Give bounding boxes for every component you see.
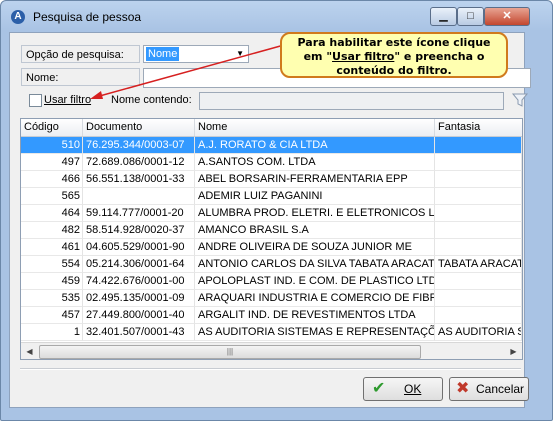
search-person-window: A Pesquisa de pessoa ▁ □ ✕ Opção de pesq… <box>0 0 553 421</box>
results-grid[interactable]: Código Documento Nome Fantasia 510 76.295… <box>20 118 523 360</box>
annotation-arrow <box>90 44 285 99</box>
cell-code: 1 <box>21 324 83 341</box>
cell-name: A.J. RORATO & CIA LTDA <box>195 137 435 154</box>
cancel-button[interactable]: ✖ Cancelar <box>449 377 529 401</box>
minimize-button[interactable]: ▁ <box>430 7 457 26</box>
scroll-right-icon[interactable]: ▶ <box>505 343 522 359</box>
cancel-button-label: Cancelar <box>476 382 525 396</box>
cell-name: APOLOPLAST IND. E COM. DE PLASTICO LTDA <box>195 273 435 290</box>
cell-code: 554 <box>21 256 83 273</box>
use-filter-label[interactable]: Usar filtro <box>44 94 91 106</box>
cell-trade-name <box>435 307 522 324</box>
window-title: Pesquisa de pessoa <box>33 10 142 24</box>
tooltip-line-1: Para habilitar este ícone clique <box>297 36 491 49</box>
ok-button[interactable]: ✔ OK <box>363 377 443 401</box>
table-row[interactable]: 466 56.551.138/0001-33 ABEL BORSARIN-FERRA… <box>21 171 522 188</box>
checkmark-icon: ✔ <box>372 380 386 397</box>
tooltip-use-filter-link: Usar filtro <box>332 50 395 63</box>
cell-name: ANTONIO CARLOS DA SILVA TABATA ARACATUBA <box>195 256 435 273</box>
help-tooltip: Para habilitar este ícone clique em "Usa… <box>280 32 508 78</box>
cell-trade-name <box>435 273 522 290</box>
cell-code: 482 <box>21 222 83 239</box>
cell-document: 27.449.800/0001-40 <box>83 307 195 324</box>
cell-name: AMANCO BRASIL S.A <box>195 222 435 239</box>
cell-name: ADEMIR LUIZ PAGANINI <box>195 188 435 205</box>
cell-name: ANDRE OLIVEIRA DE SOUZA JUNIOR ME <box>195 239 435 256</box>
close-button[interactable]: ✕ <box>484 7 530 26</box>
cell-code: 464 <box>21 205 83 222</box>
ok-button-label: OK <box>404 382 422 396</box>
cell-document: 02.495.135/0001-09 <box>83 290 195 307</box>
cell-code: 497 <box>21 154 83 171</box>
cell-trade-name: AS AUDITORIA SISTEMAS <box>435 324 522 341</box>
table-row[interactable]: 565 ADEMIR LUIZ PAGANINI <box>21 188 522 205</box>
cell-trade-name <box>435 137 522 154</box>
cell-code: 459 <box>21 273 83 290</box>
cell-code: 457 <box>21 307 83 324</box>
cell-document: 32.401.507/0001-43 <box>83 324 195 341</box>
grid-header: Código Documento Nome Fantasia <box>21 119 522 137</box>
cell-code: 535 <box>21 290 83 307</box>
cell-document: 76.295.344/0003-07 <box>83 137 195 154</box>
cell-trade-name <box>435 290 522 307</box>
cell-document: 05.214.306/0001-64 <box>83 256 195 273</box>
cell-name: ALUMBRA PROD. ELETRI. E ELETRONICOS LTDA <box>195 205 435 222</box>
column-header-code[interactable]: Código <box>21 119 83 136</box>
scroll-left-icon[interactable]: ◀ <box>21 343 38 359</box>
column-header-name[interactable]: Nome <box>195 119 435 136</box>
use-filter-checkbox[interactable] <box>29 94 42 107</box>
app-icon: A <box>11 10 25 24</box>
table-row[interactable]: 1 32.401.507/0001-43 AS AUDITORIA SISTEMAS… <box>21 324 522 341</box>
cell-name: ARGALIT IND. DE REVESTIMENTOS LTDA <box>195 307 435 324</box>
cell-document: 72.689.086/0001-12 <box>83 154 195 171</box>
scroll-thumb[interactable]: ||| <box>39 345 421 359</box>
footer-divider <box>20 368 521 370</box>
filter-icon[interactable] <box>511 91 529 109</box>
cell-trade-name <box>435 222 522 239</box>
cell-document <box>83 188 195 205</box>
title-bar: A Pesquisa de pessoa ▁ □ ✕ <box>1 1 552 31</box>
cell-document: 58.514.928/0020-37 <box>83 222 195 239</box>
cell-code: 565 <box>21 188 83 205</box>
cell-code: 510 <box>21 137 83 154</box>
table-row[interactable]: 535 02.495.135/0001-09 ARAQUARI INDUSTRIA … <box>21 290 522 307</box>
cell-document: 04.605.529/0001-90 <box>83 239 195 256</box>
table-row[interactable]: 510 76.295.344/0003-07 A.J. RORATO & CIA L… <box>21 137 522 154</box>
table-row[interactable]: 464 59.114.777/0001-20 ALUMBRA PROD. ELETR… <box>21 205 522 222</box>
table-row[interactable]: 457 27.449.800/0001-40 ARGALIT IND. DE REV… <box>21 307 522 324</box>
cell-document: 74.422.676/0001-00 <box>83 273 195 290</box>
table-row[interactable]: 482 58.514.928/0020-37 AMANCO BRASIL S.A <box>21 222 522 239</box>
tooltip-line-3: conteúdo do filtro. <box>336 64 452 77</box>
table-row[interactable]: 461 04.605.529/0001-90 ANDRE OLIVEIRA DE S… <box>21 239 522 256</box>
cell-document: 59.114.777/0001-20 <box>83 205 195 222</box>
cell-trade-name: TABATA ARACATUBA <box>435 256 522 273</box>
column-header-trade-name[interactable]: Fantasia <box>435 119 522 136</box>
table-row[interactable]: 497 72.689.086/0001-12 A.SANTOS COM. LTDA <box>21 154 522 171</box>
table-row[interactable]: 459 74.422.676/0001-00 APOLOPLAST IND. E C… <box>21 273 522 290</box>
cell-trade-name <box>435 154 522 171</box>
cell-trade-name <box>435 205 522 222</box>
cell-name: ARAQUARI INDUSTRIA E COMERCIO DE FIBRAS <box>195 290 435 307</box>
maximize-button[interactable]: □ <box>457 7 484 26</box>
column-header-document[interactable]: Documento <box>83 119 195 136</box>
cross-icon: ✖ <box>456 380 470 397</box>
cell-trade-name <box>435 188 522 205</box>
cell-trade-name <box>435 239 522 256</box>
tooltip-line-2: em "Usar filtro" e preencha o <box>303 50 485 63</box>
cell-code: 461 <box>21 239 83 256</box>
cell-trade-name <box>435 171 522 188</box>
cell-name: AS AUDITORIA SISTEMAS E REPRESENTAÇÕES <box>195 324 435 341</box>
cell-code: 466 <box>21 171 83 188</box>
table-row[interactable]: 554 05.214.306/0001-64 ANTONIO CARLOS DA S… <box>21 256 522 273</box>
cell-document: 56.551.138/0001-33 <box>83 171 195 188</box>
cell-name: ABEL BORSARIN-FERRAMENTARIA EPP <box>195 171 435 188</box>
horizontal-scrollbar[interactable]: ◀ ||| ▶ <box>21 342 522 359</box>
cell-name: A.SANTOS COM. LTDA <box>195 154 435 171</box>
